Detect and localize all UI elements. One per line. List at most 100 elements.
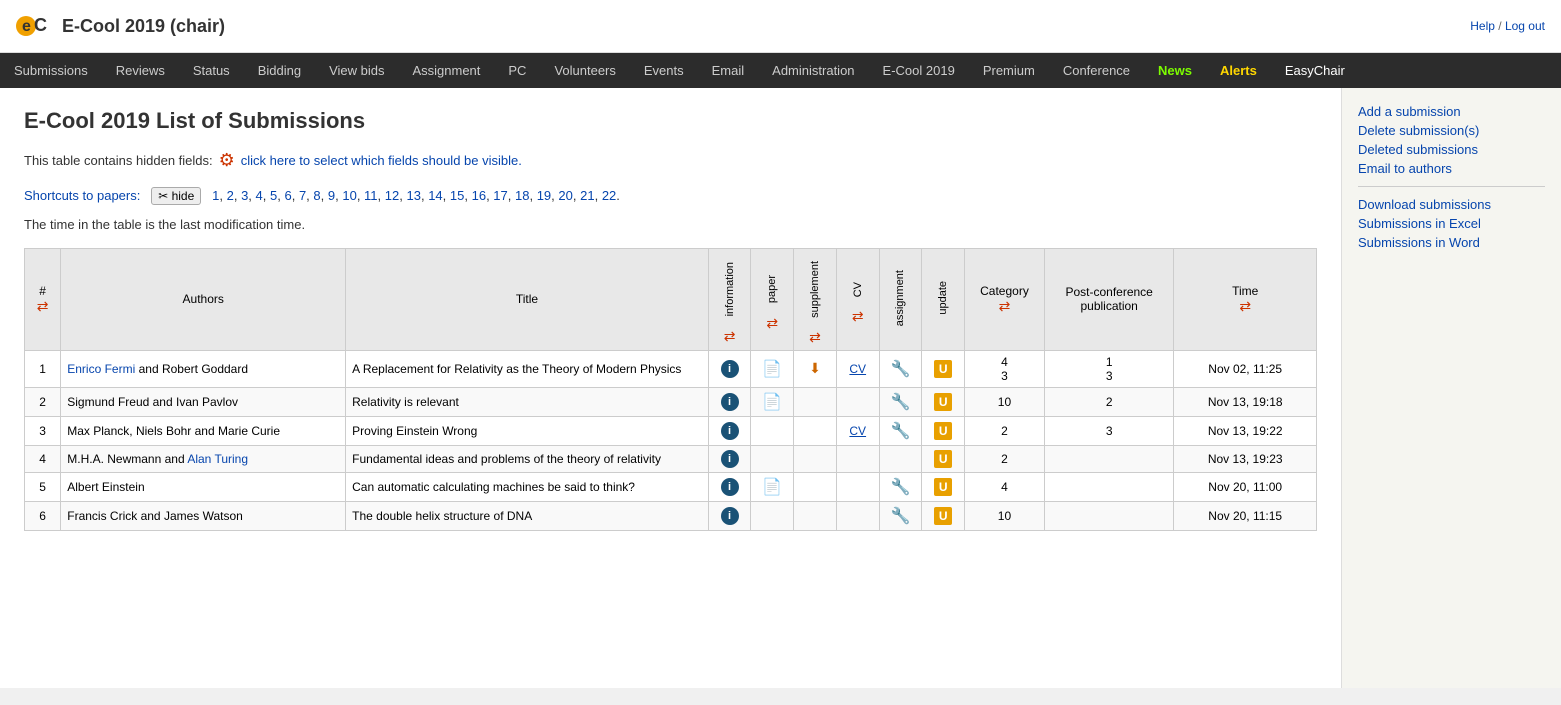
assign-icon[interactable]: 🔧 (890, 508, 910, 525)
sort-num-icon[interactable]: ⇄ (37, 298, 49, 314)
update-icon[interactable]: U (934, 507, 952, 525)
shortcut-12[interactable]: 12 (385, 188, 399, 203)
sort-time-icon[interactable]: ⇄ (1239, 298, 1251, 314)
nav-assignment[interactable]: Assignment (398, 53, 494, 88)
info-icon[interactable]: i (721, 360, 739, 378)
shortcut-22[interactable]: 22 (602, 188, 616, 203)
nav-submissions[interactable]: Submissions (0, 53, 102, 88)
nav-ecool2019[interactable]: E-Cool 2019 (869, 53, 969, 88)
assign-icon[interactable]: 🔧 (890, 423, 910, 440)
nav-conference[interactable]: Conference (1049, 53, 1144, 88)
cv-link[interactable]: CV (849, 362, 866, 376)
shortcut-21[interactable]: 21 (580, 188, 594, 203)
shortcut-8[interactable]: 8 (313, 188, 320, 203)
add-submission-link[interactable]: Add a submission (1358, 104, 1545, 119)
delete-submissions-link[interactable]: Delete submission(s) (1358, 123, 1545, 138)
shortcut-14[interactable]: 14 (428, 188, 442, 203)
sidebar: Add a submission Delete submission(s) De… (1341, 88, 1561, 688)
assign-icon[interactable]: 🔧 (890, 479, 910, 496)
info-icon[interactable]: i (721, 393, 739, 411)
nav-reviews[interactable]: Reviews (102, 53, 179, 88)
pdf-icon[interactable]: 📄 (762, 361, 782, 378)
update-icon[interactable]: U (934, 360, 952, 378)
shortcut-9[interactable]: 9 (328, 188, 335, 203)
shortcut-20[interactable]: 20 (558, 188, 572, 203)
info-icon[interactable]: i (721, 507, 739, 525)
nav-news[interactable]: News (1144, 53, 1206, 88)
shortcut-3[interactable]: 3 (241, 188, 248, 203)
sort-cv-icon[interactable]: ⇄ (852, 308, 864, 324)
shortcut-4[interactable]: 4 (256, 188, 263, 203)
shortcut-7[interactable]: 7 (299, 188, 306, 203)
nav-bidding[interactable]: Bidding (244, 53, 315, 88)
shortcuts-label: Shortcuts to papers: (24, 188, 140, 203)
hidden-fields-link[interactable]: click here to select which fields should… (241, 153, 522, 168)
update-icon[interactable]: U (934, 478, 952, 496)
paper-cell: 📄 (751, 472, 794, 501)
postconf-cell (1044, 501, 1173, 530)
time-note: The time in the table is the last modifi… (24, 217, 1317, 232)
header-actions: Help / Log out (1470, 19, 1545, 33)
help-link[interactable]: Help (1470, 19, 1495, 33)
nav-easychair[interactable]: EasyChair (1271, 53, 1359, 88)
download-icon[interactable]: ⬇ (809, 360, 821, 376)
logout-link[interactable]: Log out (1505, 19, 1545, 33)
update-icon[interactable]: U (934, 450, 952, 468)
cv-cell: CV (836, 350, 879, 387)
deleted-submissions-link[interactable]: Deleted submissions (1358, 142, 1545, 157)
sort-paper-icon[interactable]: ⇄ (766, 315, 778, 331)
col-header-cv: CV ⇄ (836, 249, 879, 351)
row-authors: Max Planck, Niels Bohr and Marie Curie (61, 416, 346, 445)
shortcut-10[interactable]: 10 (342, 188, 356, 203)
nav-volunteers[interactable]: Volunteers (540, 53, 629, 88)
submissions-excel-link[interactable]: Submissions in Excel (1358, 216, 1545, 231)
assign-icon[interactable]: 🔧 (890, 361, 910, 378)
nav-premium[interactable]: Premium (969, 53, 1049, 88)
sort-supplement-icon[interactable]: ⇄ (809, 329, 821, 345)
shortcut-13[interactable]: 13 (406, 188, 420, 203)
shortcut-6[interactable]: 6 (284, 188, 291, 203)
download-submissions-link[interactable]: Download submissions (1358, 197, 1545, 212)
email-authors-link[interactable]: Email to authors (1358, 161, 1545, 176)
pdf-icon[interactable]: 📄 (762, 479, 782, 496)
shortcut-16[interactable]: 16 (472, 188, 486, 203)
nav-events[interactable]: Events (630, 53, 698, 88)
submissions-word-link[interactable]: Submissions in Word (1358, 235, 1545, 250)
info-icon[interactable]: i (721, 478, 739, 496)
author-link2[interactable]: Alan Turing (187, 452, 248, 466)
hide-button[interactable]: ✂ hide (151, 187, 201, 205)
shortcut-19[interactable]: 19 (537, 188, 551, 203)
shortcut-18[interactable]: 18 (515, 188, 529, 203)
nav-alerts[interactable]: Alerts (1206, 53, 1271, 88)
shortcut-1[interactable]: 1 (212, 188, 219, 203)
nav-administration[interactable]: Administration (758, 53, 868, 88)
cv-link[interactable]: CV (849, 424, 866, 438)
shortcuts-links: 1, 2, 3, 4, 5, 6, 7, 8, 9, 10, 11, 12, 1… (212, 188, 620, 203)
time-cell: Nov 13, 19:23 (1174, 445, 1317, 472)
shortcut-17[interactable]: 17 (493, 188, 507, 203)
shortcut-15[interactable]: 15 (450, 188, 464, 203)
info-icon[interactable]: i (721, 422, 739, 440)
pdf-icon[interactable]: 📄 (762, 394, 782, 411)
update-cell: U (922, 416, 965, 445)
shortcut-5[interactable]: 5 (270, 188, 277, 203)
shortcut-11[interactable]: 11 (364, 188, 378, 203)
sort-category-icon[interactable]: ⇄ (999, 298, 1011, 314)
update-cell: U (922, 472, 965, 501)
shortcut-2[interactable]: 2 (227, 188, 234, 203)
nav-status[interactable]: Status (179, 53, 244, 88)
assign-cell: 🔧 (879, 387, 922, 416)
col-header-num: # ⇄ (25, 249, 61, 351)
nav-email[interactable]: Email (698, 53, 759, 88)
col-header-authors: Authors (61, 249, 346, 351)
author-link[interactable]: Enrico Fermi (67, 362, 135, 376)
sort-info-icon[interactable]: ⇄ (724, 328, 736, 344)
info-icon[interactable]: i (721, 450, 739, 468)
row-title: A Replacement for Relativity as the Theo… (346, 350, 709, 387)
category-cell: 10 (965, 501, 1045, 530)
update-icon[interactable]: U (934, 422, 952, 440)
nav-pc[interactable]: PC (494, 53, 540, 88)
nav-viewbids[interactable]: View bids (315, 53, 398, 88)
update-icon[interactable]: U (934, 393, 952, 411)
assign-icon[interactable]: 🔧 (890, 394, 910, 411)
